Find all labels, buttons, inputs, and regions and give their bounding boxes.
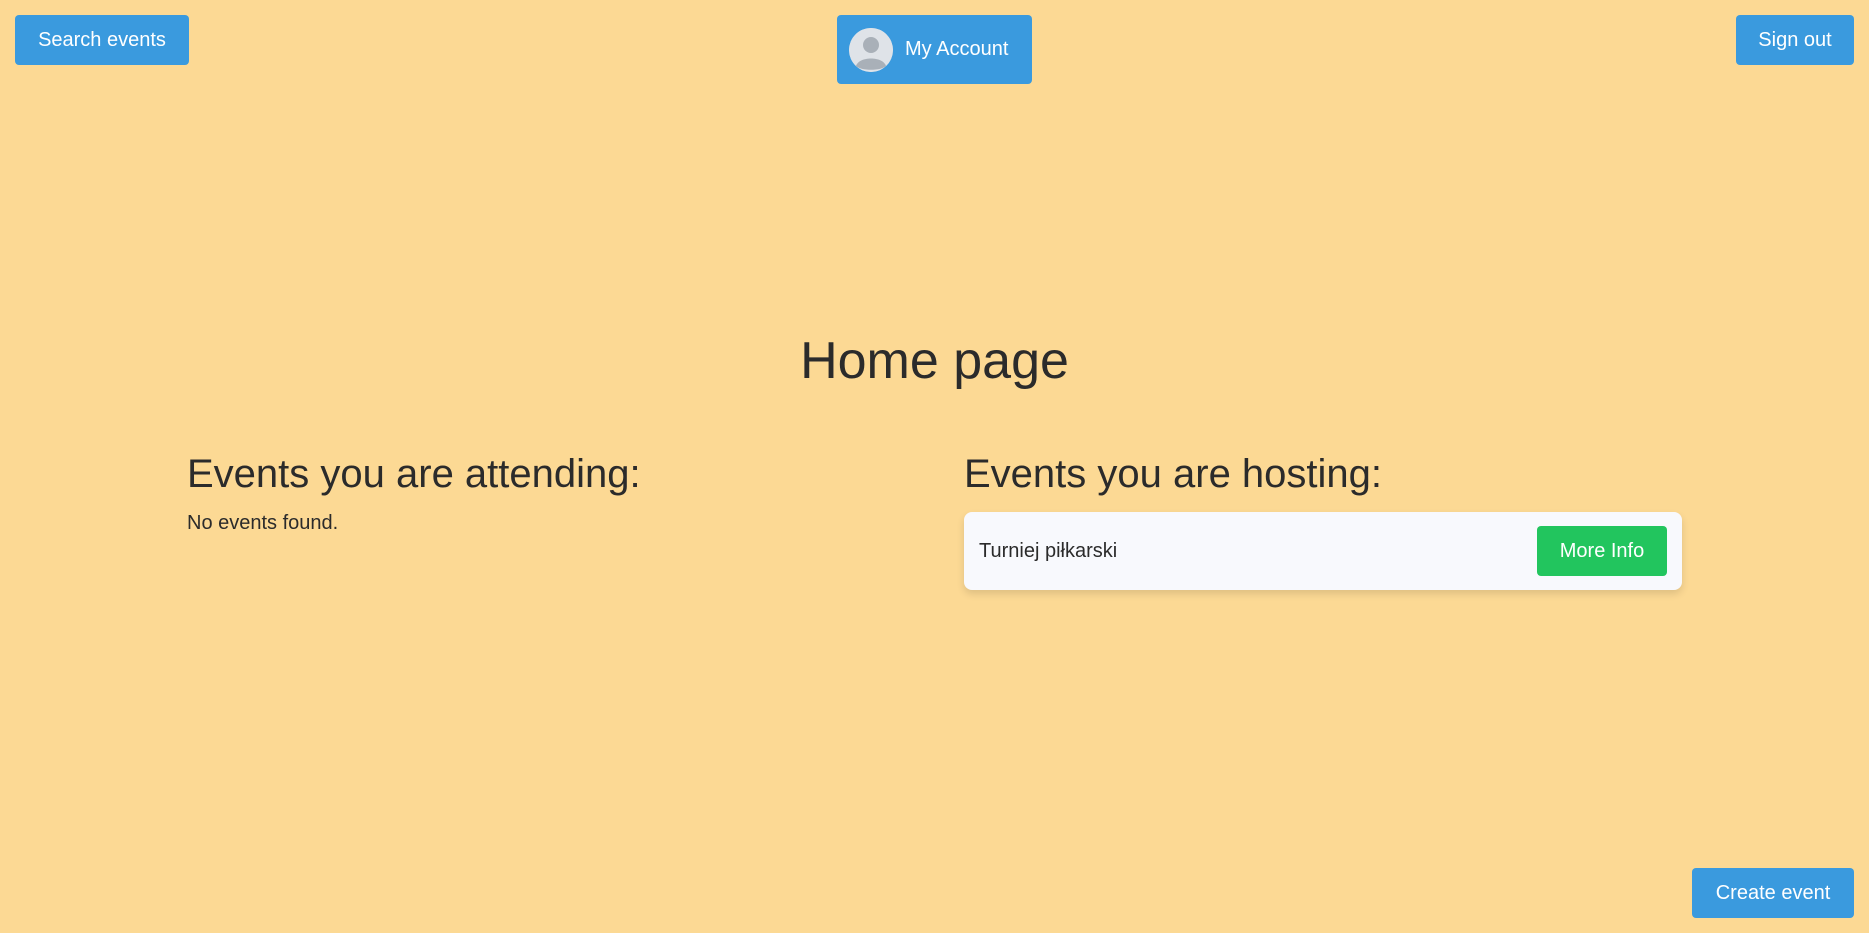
my-account-button[interactable]: My Account <box>837 15 1032 84</box>
my-account-label: My Account <box>905 38 1009 60</box>
hosted-event-name: Turniej piłkarski <box>979 539 1118 562</box>
user-avatar-icon <box>849 27 893 72</box>
search-events-button[interactable]: Search events <box>15 15 189 65</box>
hosting-section: Events you are hosting: Turniej piłkarsk… <box>964 450 1682 590</box>
attending-section: Events you are attending: No events foun… <box>187 450 907 535</box>
attending-empty-text: No events found. <box>187 512 339 534</box>
create-event-button[interactable]: Create event <box>1692 868 1854 918</box>
attending-heading: Events you are attending: <box>187 452 641 496</box>
more-info-button[interactable]: More Info <box>1537 526 1667 576</box>
hosted-event-card: Turniej piłkarski More Info <box>964 512 1682 590</box>
hosting-heading: Events you are hosting: <box>964 452 1383 496</box>
sign-out-button[interactable]: Sign out <box>1736 15 1854 65</box>
page-title: Home page <box>800 332 1069 390</box>
